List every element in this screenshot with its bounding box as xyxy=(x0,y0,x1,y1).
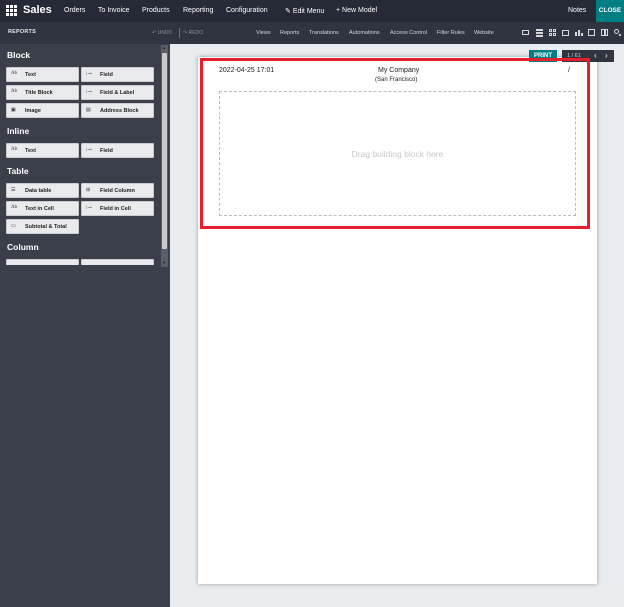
table-field-column-label: Field Column xyxy=(100,188,135,194)
link-reports[interactable]: Reports xyxy=(280,30,299,36)
link-automations[interactable]: Automations xyxy=(349,30,380,36)
camera-icon: ▣ xyxy=(11,108,16,113)
table-subtotal-total[interactable]: ▭ Subtotal & Total xyxy=(6,219,79,234)
link-views[interactable]: Views xyxy=(256,30,271,36)
table-data-table-label: Data table xyxy=(25,188,52,194)
column-block-partial[interactable] xyxy=(6,259,79,265)
pager-prev-icon[interactable]: ‹ xyxy=(594,50,597,62)
kanban-view-icon[interactable] xyxy=(549,29,556,36)
section-inline: Inline xyxy=(7,126,30,136)
text-icon: Ab xyxy=(11,71,18,76)
table-subtotal-total-label: Subtotal & Total xyxy=(25,224,67,230)
link-access-control[interactable]: Access Control xyxy=(390,30,427,36)
menu-to-invoice[interactable]: To Invoice xyxy=(98,7,130,14)
inline-text[interactable]: Ab Text xyxy=(6,143,79,158)
field-icon: ⁝⊸ xyxy=(86,72,92,77)
apps-grid-icon[interactable] xyxy=(6,5,18,17)
form-view-icon[interactable] xyxy=(522,29,529,36)
block-title-block[interactable]: Ab Title Block xyxy=(6,85,79,100)
pencil-icon: ✎ xyxy=(285,8,293,15)
top-navbar: Sales Orders To Invoice Products Reporti… xyxy=(0,0,624,22)
section-title: REPORTS xyxy=(8,29,36,35)
inline-text-label: Text xyxy=(25,148,36,154)
new-model-label: New Model xyxy=(342,7,378,14)
scroll-up-icon[interactable]: ▲ xyxy=(162,45,166,50)
block-field[interactable]: ⁝⊸ Field xyxy=(81,67,154,82)
address-card-icon: ▤ xyxy=(86,108,91,113)
block-image-label: Image xyxy=(25,108,41,114)
field-icon: ⁝⊸ xyxy=(86,206,92,211)
block-field-label[interactable]: ⁝⊸ Field & Label xyxy=(81,85,154,100)
text-icon: Ab xyxy=(11,147,18,152)
calendar-view-icon[interactable] xyxy=(562,29,569,36)
section-column: Column xyxy=(7,242,39,252)
menu-reporting[interactable]: Reporting xyxy=(183,7,213,14)
block-address-block-label: Address Block xyxy=(100,108,139,114)
menu-orders[interactable]: Orders xyxy=(64,7,85,14)
table-field-in-cell-label: Field in Cell xyxy=(100,206,131,212)
block-text-label: Text xyxy=(25,72,36,78)
studio-toolbar: REPORTS ↶ UNDO ↷ REDO Views Reports Tran… xyxy=(0,22,624,44)
link-translations[interactable]: Translations xyxy=(309,30,339,36)
link-filter-rules[interactable]: Filter Rules xyxy=(437,30,465,36)
scroll-down-icon[interactable]: ▼ xyxy=(162,260,166,265)
text-icon: Ab xyxy=(11,205,18,210)
text-icon: Ab xyxy=(11,89,18,94)
field-icon: ⁝⊸ xyxy=(86,90,92,95)
section-table: Table xyxy=(7,166,29,176)
money-icon: ▭ xyxy=(11,224,16,229)
menu-configuration[interactable]: Configuration xyxy=(226,7,268,14)
pager-next-icon[interactable]: › xyxy=(605,50,608,62)
search-icon[interactable] xyxy=(614,29,622,37)
grid-view-icon[interactable] xyxy=(601,29,608,36)
link-website[interactable]: Website xyxy=(474,30,494,36)
block-text[interactable]: Ab Text xyxy=(6,67,79,82)
edit-menu-label: Edit Menu xyxy=(292,8,325,15)
section-block: Block xyxy=(7,50,31,60)
block-image[interactable]: ▣ Image xyxy=(6,103,79,118)
block-field-label: Field xyxy=(100,72,113,78)
table-field-column[interactable]: ⊞ Field Column xyxy=(81,183,154,198)
close-button[interactable]: CLOSE xyxy=(596,0,624,22)
field-icon: ⁝⊸ xyxy=(86,148,92,153)
graph-view-icon[interactable] xyxy=(575,29,583,36)
highlight-rectangle xyxy=(200,58,590,229)
pivot-view-icon[interactable] xyxy=(588,29,595,36)
table-data-table[interactable]: ☰ Data table xyxy=(6,183,79,198)
divider xyxy=(179,28,180,38)
column-block-partial[interactable] xyxy=(81,259,154,265)
inline-field[interactable]: ⁝⊸ Field xyxy=(81,143,154,158)
notes-button[interactable]: Notes xyxy=(568,7,586,14)
table-text-in-cell[interactable]: Ab Text in Cell xyxy=(6,201,79,216)
table-icon: ☰ xyxy=(11,188,16,193)
edit-menu-button[interactable]: ✎ Edit Menu xyxy=(285,7,324,15)
block-field-and-label-label: Field & Label xyxy=(100,90,135,96)
app-name[interactable]: Sales xyxy=(23,4,52,16)
block-title-block-label: Title Block xyxy=(25,90,53,96)
undo-label: UNDO xyxy=(157,30,173,36)
sidebar-scrollbar[interactable]: ▲ ▼ xyxy=(161,45,168,267)
list-view-icon[interactable] xyxy=(536,29,543,37)
plus-square-icon: ⊞ xyxy=(86,188,91,193)
scrollbar-thumb[interactable] xyxy=(162,53,167,249)
table-field-in-cell[interactable]: ⁝⊸ Field in Cell xyxy=(81,201,154,216)
inline-field-label: Field xyxy=(100,148,113,154)
redo-label: REDO xyxy=(188,30,204,36)
new-model-button[interactable]: + New Model xyxy=(336,7,377,14)
table-text-in-cell-label: Text in Cell xyxy=(25,206,54,212)
menu-products[interactable]: Products xyxy=(142,7,170,14)
undo-button[interactable]: ↶ UNDO xyxy=(152,30,172,36)
redo-button[interactable]: ↷ REDO xyxy=(183,30,203,36)
block-address-block[interactable]: ▤ Address Block xyxy=(81,103,154,118)
